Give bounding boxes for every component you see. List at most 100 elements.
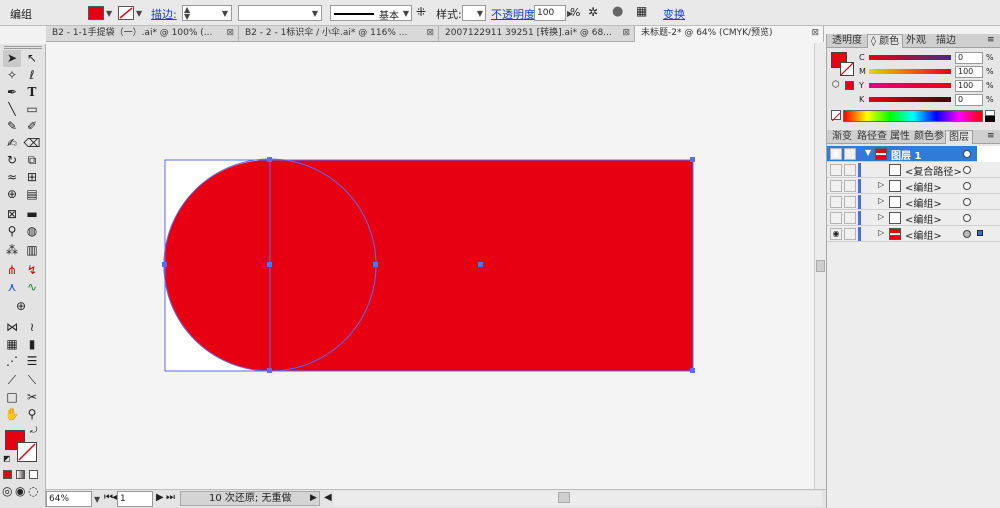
tab-stroke[interactable]: 描边 xyxy=(933,34,959,48)
opacity-link[interactable]: 不透明度: xyxy=(491,6,539,22)
transform-grid-icon[interactable]: ▦ xyxy=(636,4,647,18)
target-icon[interactable] xyxy=(963,166,971,174)
layer-row-compound-path[interactable]: <复合路径> xyxy=(827,162,1000,178)
anchor-point-red-icon[interactable]: ⋔ xyxy=(3,262,21,279)
last-page-icon[interactable]: ⏭ xyxy=(166,492,175,503)
gradient-tool-icon[interactable]: ▬ xyxy=(23,206,41,223)
fill-dropdown-icon[interactable]: ▼ xyxy=(106,9,112,18)
artwork[interactable] xyxy=(46,43,814,489)
scissors-tool-icon[interactable]: ✂ xyxy=(23,389,41,406)
symbol-sprayer-tool-icon[interactable]: ⁂ xyxy=(3,242,21,259)
magenta-slider-track[interactable] xyxy=(869,69,951,74)
magenta-value-input[interactable]: 100 xyxy=(955,66,983,78)
type-tool-icon[interactable]: T xyxy=(23,84,41,101)
lock-toggle[interactable] xyxy=(844,148,856,160)
stroke-swatch[interactable] xyxy=(118,6,134,20)
tab-pathfinder[interactable]: 路径查 xyxy=(854,130,890,144)
recolor-icon[interactable]: ✲ xyxy=(588,5,598,19)
tab-document-active[interactable]: 未标题-2* @ 64% (CMYK/预览) ⊠ xyxy=(635,26,824,42)
magic-wand-tool-icon[interactable]: ✧ xyxy=(3,67,21,84)
expand-arrow-icon[interactable]: ▷ xyxy=(878,180,884,189)
close-icon[interactable]: ⊠ xyxy=(226,26,234,41)
tab-appearance[interactable]: 外观 xyxy=(903,34,929,48)
yellow-value-input[interactable]: 100 xyxy=(955,80,983,92)
magenta-slider-row[interactable]: M 100 % xyxy=(859,66,999,80)
scale-tool-icon[interactable]: ⧉ xyxy=(23,152,41,169)
grid-tool-icon[interactable]: ▦ xyxy=(3,336,21,353)
gradient-mode-icon[interactable] xyxy=(16,470,25,479)
stroke-color-box[interactable] xyxy=(17,442,37,462)
selection-tool-icon[interactable]: ➤ xyxy=(3,50,21,67)
status-menu-arrow-icon[interactable]: ▶ xyxy=(310,493,317,503)
tab-layers[interactable]: 图层 xyxy=(945,130,973,144)
layer-row-group-4[interactable]: ◉ ▷ <编组> xyxy=(827,226,1000,242)
cyan-slider-track[interactable] xyxy=(869,55,951,60)
page-input[interactable]: 1 xyxy=(117,491,153,507)
artboard-canvas[interactable] xyxy=(46,43,814,489)
black-chip[interactable] xyxy=(985,116,995,122)
zoom-tool-icon[interactable]: ⚲ xyxy=(23,406,41,423)
none-mode-icon[interactable] xyxy=(29,470,38,479)
transform-link[interactable]: 变换 xyxy=(663,6,685,22)
stroke-weight-dropdown[interactable]: ▲ ▼ ▼ xyxy=(182,5,232,21)
target-icon[interactable] xyxy=(963,198,971,206)
layer-row-layer1[interactable]: ◉ ▼ 图层 1 xyxy=(827,146,1000,162)
curve-red-icon[interactable]: ↯ xyxy=(23,262,41,279)
pucker-tool-icon[interactable]: ⋰ xyxy=(3,353,21,370)
direct-selection-tool-icon[interactable]: ↖ xyxy=(23,50,41,67)
out-of-gamut-icon[interactable]: ⬡ xyxy=(832,80,840,90)
eye-icon[interactable]: ◉ xyxy=(830,148,842,160)
expand-arrow-icon[interactable]: ▷ xyxy=(878,212,884,221)
rectangle-tool-icon[interactable]: ▭ xyxy=(23,101,41,118)
perspective-grid-tool-icon[interactable]: ▤ xyxy=(23,186,41,203)
width-tool-icon[interactable]: ≈ xyxy=(3,169,21,186)
cyan-value-input[interactable]: 0 xyxy=(955,52,983,64)
lasso-tool-icon[interactable]: ℓ xyxy=(23,67,41,84)
draw-mode-icon[interactable]: ◎ xyxy=(2,484,12,498)
line-tool-icon[interactable]: ╲ xyxy=(3,101,21,118)
brush-dropdown[interactable]: 基本 ▼ xyxy=(330,5,412,22)
shape-builder-tool-icon[interactable]: ⊕ xyxy=(3,186,21,203)
panel-menu-icon[interactable]: ≡ xyxy=(987,35,995,45)
close-icon[interactable]: ⊠ xyxy=(811,26,819,41)
tab-document-2[interactable]: B2 - 2 - 1标识伞 / 小伞.ai* @ 116% ... ⊠ xyxy=(239,26,439,42)
envelope-tool-icon[interactable]: ⋈ xyxy=(3,319,21,336)
anchor-point-blue-icon[interactable]: ⋏ xyxy=(3,279,21,296)
panel-stroke-swatch[interactable] xyxy=(840,62,854,76)
mesh-tool-icon[interactable]: ⊠ xyxy=(3,206,21,223)
target-icon[interactable] xyxy=(963,214,971,222)
eye-icon[interactable]: ◉ xyxy=(830,228,842,240)
eye-toggle[interactable] xyxy=(830,164,842,176)
tab-document-3[interactable]: 2007122911 39251 [转换].ai* @ 68... ⊠ xyxy=(439,26,635,42)
eraser-tool-icon[interactable]: ⌫ xyxy=(23,135,41,152)
selection-area[interactable] xyxy=(977,146,1000,162)
black-slider-row[interactable]: K 0 % xyxy=(859,94,999,108)
hand-tool-icon[interactable]: ✋ xyxy=(3,406,21,423)
tab-gradient[interactable]: 渐变 xyxy=(829,130,855,144)
screen-mode-icon[interactable]: ◌ xyxy=(28,484,38,498)
wave-green-icon[interactable]: ∿ xyxy=(23,279,41,296)
globe-tool-icon[interactable]: ⊕ xyxy=(12,298,30,315)
yellow-slider-track[interactable] xyxy=(869,83,951,88)
pen-tool-icon[interactable]: ✒ xyxy=(3,84,21,101)
target-icon[interactable] xyxy=(963,182,971,190)
scroll-left-icon[interactable]: ◀ xyxy=(324,492,332,503)
expand-arrow-icon[interactable]: ▷ xyxy=(878,196,884,205)
pencil-tool-icon[interactable]: ✐ xyxy=(23,118,41,135)
list-tool-icon[interactable]: ☰ xyxy=(23,353,41,370)
paintbrush-tool-icon[interactable]: ✎ xyxy=(3,118,21,135)
stroke-link[interactable]: 描边: xyxy=(151,6,177,22)
blob-brush-tool-icon[interactable]: ✍ xyxy=(3,135,21,152)
knife-tool-icon[interactable]: ⟍ xyxy=(23,372,41,389)
opacity-input[interactable]: 100 xyxy=(534,5,566,21)
eye-toggle[interactable] xyxy=(830,180,842,192)
fill-swatch[interactable] xyxy=(88,6,104,20)
zoom-dropdown[interactable]: 64% xyxy=(46,491,92,507)
black-slider-track[interactable] xyxy=(869,97,951,102)
black-value-input[interactable]: 0 xyxy=(955,94,983,106)
lock-toggle[interactable] xyxy=(844,228,856,240)
next-page-icon[interactable]: ▶ xyxy=(156,492,164,503)
tab-document-1[interactable]: B2 - 1-1手提袋（一）.ai* @ 100% (... ⊠ xyxy=(46,26,239,42)
expand-arrow-icon[interactable]: ▷ xyxy=(878,228,884,237)
tab-transparency[interactable]: 透明度 xyxy=(829,34,865,48)
